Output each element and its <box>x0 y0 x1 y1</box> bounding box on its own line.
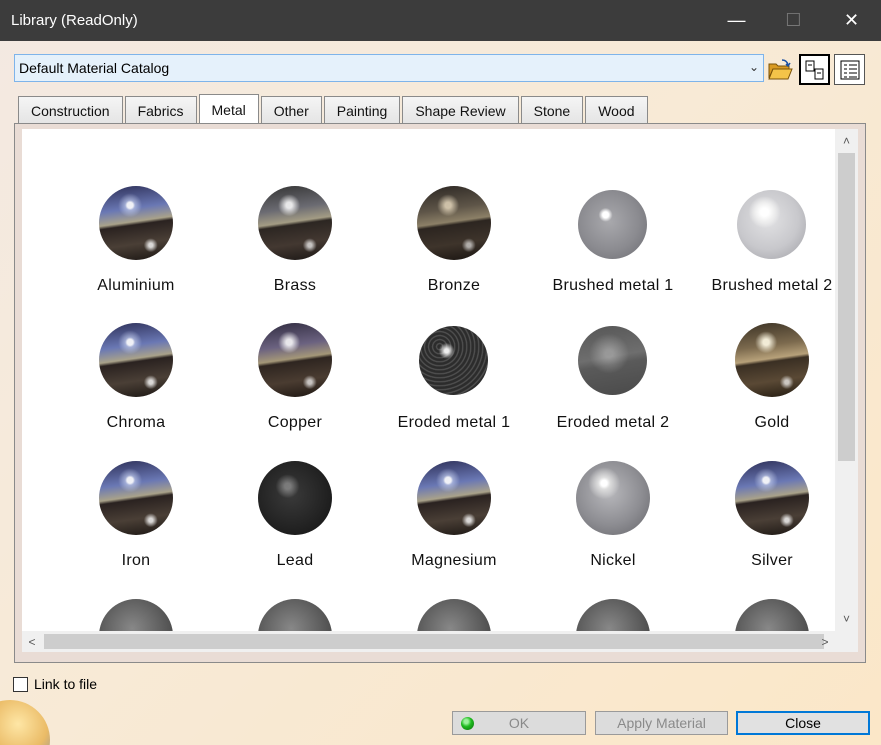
ok-button[interactable]: OK <box>452 711 586 735</box>
open-folder-button[interactable] <box>764 54 795 85</box>
scroll-down-icon[interactable]: ˅ <box>835 609 858 629</box>
material-magnesium[interactable]: Magnesium <box>379 461 529 581</box>
catalog-select[interactable]: Default Material Catalog ⌄ <box>14 54 764 82</box>
material-row4-3[interactable] <box>379 599 529 631</box>
list-view-icon <box>840 60 859 79</box>
material-label: Chroma <box>106 414 166 431</box>
material-copper[interactable]: Copper <box>220 323 370 443</box>
material-brass[interactable]: Brass <box>220 186 370 306</box>
open-folder-icon <box>767 58 793 79</box>
scrollbar-corner <box>835 631 858 652</box>
material-sphere-icon <box>735 599 809 631</box>
chroma-sphere-icon <box>99 323 173 397</box>
material-label: Nickel <box>590 552 636 569</box>
material-label: Brass <box>273 277 317 294</box>
material-row4-2[interactable] <box>220 599 370 631</box>
large-icons-view-button[interactable] <box>799 54 830 85</box>
window-title: Library (ReadOnly) <box>11 12 138 29</box>
material-iron[interactable]: Iron <box>61 461 211 581</box>
maximize-button[interactable]: ☐ <box>765 0 822 41</box>
tab-other[interactable]: Other <box>260 96 322 124</box>
aluminium-sphere-icon <box>99 186 173 260</box>
close-window-button[interactable]: ✕ <box>823 0 880 41</box>
material-label: Eroded metal 1 <box>397 414 511 431</box>
chevron-down-icon[interactable]: ⌄ <box>749 60 759 74</box>
lead-sphere-icon <box>258 461 332 535</box>
material-label: Iron <box>121 552 151 569</box>
horizontal-scrollbar[interactable]: < > <box>22 631 835 652</box>
tab-fabrics[interactable]: Fabrics <box>124 96 197 124</box>
tab-stone[interactable]: Stone <box>520 96 584 124</box>
apply-material-button[interactable]: Apply Material <box>595 711 728 735</box>
material-row4-4[interactable] <box>538 599 688 631</box>
tab-shape-review[interactable]: Shape Review <box>402 96 519 124</box>
vertical-scrollbar[interactable]: ˄ ˅ <box>835 129 858 631</box>
nickel-sphere-icon <box>576 461 650 535</box>
vertical-scroll-thumb[interactable] <box>838 153 855 461</box>
link-to-file-label: Link to file <box>34 676 98 692</box>
materials-grid: Aluminium Brass Bronze Brushed metal 1 B… <box>22 129 835 631</box>
material-label: Gold <box>754 414 790 431</box>
material-brushed-metal-2[interactable]: Brushed metal 2 <box>697 186 835 306</box>
material-label: Lead <box>276 552 314 569</box>
category-tabs: Construction Fabrics Metal Other Paintin… <box>18 94 650 124</box>
material-bronze[interactable]: Bronze <box>379 186 529 306</box>
minimize-button[interactable]: — <box>708 0 765 41</box>
material-lead[interactable]: Lead <box>220 461 370 581</box>
scroll-right-icon[interactable]: > <box>815 631 835 652</box>
iron-sphere-icon <box>99 461 173 535</box>
magnesium-sphere-icon <box>417 461 491 535</box>
link-to-file-checkbox[interactable] <box>13 677 28 692</box>
material-row4-5[interactable] <box>697 599 835 631</box>
scroll-left-icon[interactable]: < <box>22 631 42 652</box>
material-chroma[interactable]: Chroma <box>61 323 211 443</box>
material-label: Brushed metal 2 <box>711 277 833 294</box>
material-sphere-icon <box>576 599 650 631</box>
close-button[interactable]: Close <box>736 711 870 735</box>
brass-sphere-icon <box>258 186 332 260</box>
material-label: Bronze <box>427 277 481 294</box>
material-label: Copper <box>267 414 323 431</box>
app-logo-icon <box>0 700 50 745</box>
eroded-metal-2-sphere-icon <box>578 326 647 395</box>
gold-sphere-icon <box>735 323 809 397</box>
material-silver[interactable]: Silver <box>697 461 835 581</box>
material-eroded-metal-2[interactable]: Eroded metal 2 <box>538 323 688 443</box>
tab-metal[interactable]: Metal <box>198 94 259 124</box>
material-nickel[interactable]: Nickel <box>538 461 688 581</box>
tab-painting[interactable]: Painting <box>323 96 401 124</box>
material-gold[interactable]: Gold <box>697 323 835 443</box>
material-label: Brushed metal 1 <box>552 277 674 294</box>
status-light-icon <box>461 717 474 730</box>
material-label: Aluminium <box>97 277 175 294</box>
silver-sphere-icon <box>735 461 809 535</box>
details-view-button[interactable] <box>834 54 865 85</box>
large-icons-view-icon <box>805 60 823 79</box>
material-label: Magnesium <box>411 552 497 569</box>
horizontal-scroll-thumb[interactable] <box>44 634 824 649</box>
material-sphere-icon <box>99 599 173 631</box>
scroll-up-icon[interactable]: ˄ <box>835 131 858 151</box>
eroded-metal-1-sphere-icon <box>419 326 488 395</box>
material-sphere-icon <box>417 599 491 631</box>
title-bar: Library (ReadOnly) — ☐ ✕ <box>0 0 881 41</box>
material-label: Silver <box>751 552 793 569</box>
material-sphere-icon <box>258 599 332 631</box>
material-label: Eroded metal 2 <box>556 414 670 431</box>
material-aluminium[interactable]: Aluminium <box>61 186 211 306</box>
tab-wood[interactable]: Wood <box>585 96 648 124</box>
material-row4-1[interactable] <box>61 599 211 631</box>
brushed-metal-1-sphere-icon <box>578 190 647 259</box>
material-brushed-metal-1[interactable]: Brushed metal 1 <box>538 186 688 306</box>
catalog-selected-value: Default Material Catalog <box>19 60 170 76</box>
bronze-sphere-icon <box>417 186 491 260</box>
brushed-metal-2-sphere-icon <box>737 190 806 259</box>
tab-construction[interactable]: Construction <box>18 96 123 124</box>
material-eroded-metal-1[interactable]: Eroded metal 1 <box>379 323 529 443</box>
ok-button-label: OK <box>508 715 530 731</box>
copper-sphere-icon <box>258 323 332 397</box>
